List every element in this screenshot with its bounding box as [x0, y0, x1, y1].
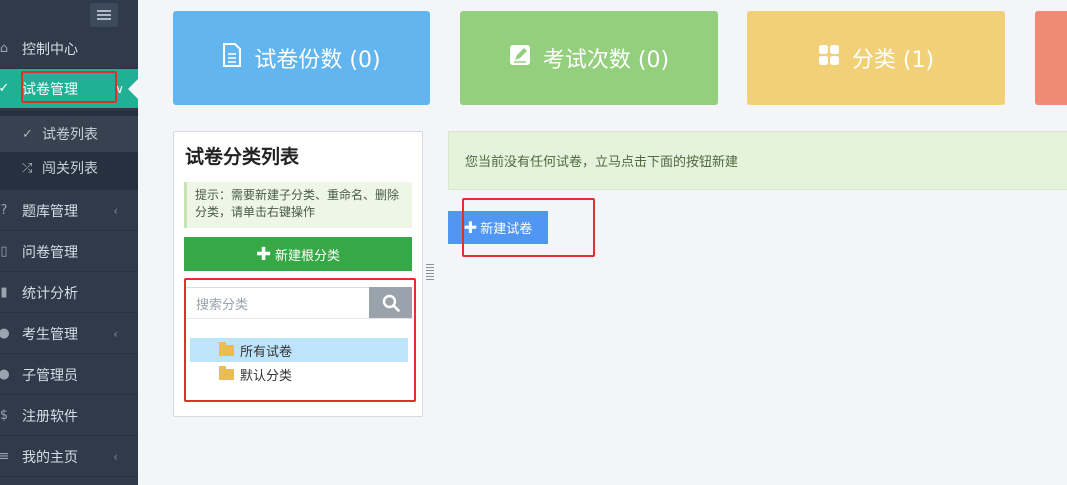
users-icon: ● — [0, 326, 10, 341]
document-icon — [222, 43, 242, 73]
menu-toggle-icon[interactable] — [90, 3, 118, 27]
sidebar-item-register[interactable]: $ 注册软件 — [0, 396, 138, 436]
home-icon: ≡ — [0, 449, 10, 464]
sidebar-item-label: 注册软件 — [22, 408, 78, 425]
sidebar-subitem-label: 闯关列表 — [42, 161, 98, 177]
exams-count-card[interactable]: 考试次数 (0) — [460, 11, 718, 105]
sidebar-item-label: 我的主页 — [22, 449, 78, 466]
sidebar-item-survey[interactable]: ▯ 问卷管理 — [0, 232, 138, 272]
category-count-card[interactable]: 分类 (1) — [747, 11, 1005, 105]
user-icon: ● — [0, 367, 10, 382]
file-icon: ▯ — [0, 244, 8, 259]
sidebar-item-label: 题库管理 — [22, 203, 78, 220]
papers-count-label: 试卷份数 (0) — [254, 48, 381, 73]
sidebar-item-sub-admins[interactable]: ● 子管理员 — [0, 355, 138, 395]
new-root-category-label: 新建根分类 — [275, 248, 341, 264]
active-caret — [128, 78, 139, 100]
chevron-left-icon: ‹ — [113, 449, 118, 464]
panel-title: 试卷分类列表 — [185, 146, 300, 168]
tip-box: 提示：需要新建子分类、重命名、删除分类，请单击右键操作 — [184, 182, 412, 228]
check-circle-icon: ✓ — [0, 81, 10, 96]
sidebar-item-examinees[interactable]: ● 考生管理 ‹ — [0, 314, 138, 354]
sidebar-subitem-challenge-list[interactable]: ⤮ 闯关列表 — [0, 150, 138, 186]
sidebar-item-label: 控制中心 — [22, 41, 78, 58]
sidebar-item-label: 考生管理 — [22, 326, 78, 343]
sidebar-item-control-center[interactable]: ⌂ 控制中心 — [0, 29, 138, 69]
submenu: ✓ 试卷列表 ⤮ 闯关列表 — [0, 110, 138, 190]
grid-icon — [818, 44, 840, 72]
category-count-label: 分类 (1) — [851, 48, 935, 73]
edit-icon — [509, 44, 531, 72]
sidebar-item-label: 子管理员 — [22, 367, 78, 384]
chevron-left-icon: ‹ — [113, 203, 118, 218]
sidebar-subitem-label: 试卷列表 — [42, 127, 98, 143]
question-icon: ? — [0, 203, 8, 218]
home-icon: ⌂ — [0, 41, 9, 56]
sidebar-item-statistics[interactable]: ▮ 统计分析 — [0, 273, 138, 313]
annotation-box — [184, 278, 416, 402]
sidebar-item-my-homepage[interactable]: ≡ 我的主页 ‹ — [0, 437, 138, 477]
plus-icon: ✚ — [255, 243, 272, 265]
empty-notice: 您当前没有任何试卷，立马点击下面的按钮新建 — [448, 131, 1067, 190]
extra-card[interactable] — [1035, 11, 1067, 105]
papers-count-card[interactable]: 试卷份数 (0) — [173, 11, 430, 105]
dollar-icon: $ — [0, 408, 9, 423]
annotation-box — [21, 71, 117, 103]
sidebar-subitem-paper-list[interactable]: ✓ 试卷列表 — [0, 116, 138, 152]
annotation-box — [462, 198, 595, 257]
bar-chart-icon: ▮ — [0, 285, 8, 300]
shuffle-icon: ⤮ — [22, 160, 33, 176]
check-circle-icon: ✓ — [22, 126, 33, 142]
new-root-category-button[interactable]: ✚ 新建根分类 — [184, 237, 412, 271]
chevron-left-icon: ‹ — [113, 326, 118, 341]
exams-count-label: 考试次数 (0) — [542, 48, 670, 73]
sidebar-item-label: 问卷管理 — [22, 244, 78, 261]
panel-resize-handle[interactable] — [426, 264, 434, 284]
sidebar-item-question-bank[interactable]: ? 题库管理 ‹ — [0, 191, 138, 231]
sidebar-item-label: 统计分析 — [22, 285, 78, 302]
